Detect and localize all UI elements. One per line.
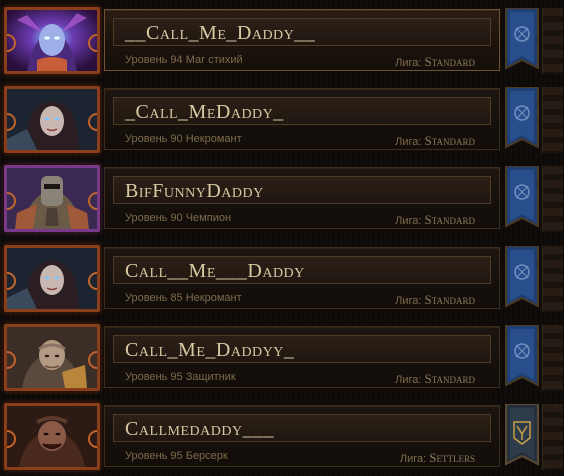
league-label: Лига: [395,136,422,148]
row-edge-ornament [542,246,563,312]
character-row[interactable]: Callmedaddy___ Уровень 95 Берсерк Лига: … [0,398,564,473]
character-level-class: Уровень 95 Защитник [125,371,236,383]
character-level-class: Уровень 90 Чемпион [125,212,232,224]
character-info-bar: _Call_MeDaddy_ Уровень 90 Некромант Лига… [104,88,500,150]
standard-league-banner-icon [505,87,539,149]
character-name: BifFunnyDaddy [125,180,264,202]
league-label: Лига: [395,374,422,386]
character-name-plate: Callmedaddy___ [113,414,491,442]
row-edge-ornament [542,166,563,232]
league-label: Лига: [395,57,422,69]
character-league: Лига: Standard [395,212,475,228]
league-name: Standard [424,371,475,386]
character-info-bar: Callmedaddy___ Уровень 95 Берсерк Лига: … [104,405,500,467]
character-level-class: Уровень 94 Маг стихий [125,54,243,66]
character-info-bar: __Call_Me_Daddy__ Уровень 94 Маг стихий … [104,9,500,71]
character-league: Лига: Standard [395,292,475,308]
league-name: Settlers [429,450,475,465]
standard-league-banner-icon [505,166,539,228]
league-label: Лига: [395,215,422,227]
row-edge-ornament [542,404,563,470]
character-row[interactable]: BifFunnyDaddy Уровень 90 Чемпион Лига: S… [0,160,564,235]
row-edge-ornament [542,325,563,391]
character-list: __Call_Me_Daddy__ Уровень 94 Маг стихий … [0,0,564,476]
character-info-bar: BifFunnyDaddy Уровень 90 Чемпион Лига: S… [104,167,500,229]
character-name: __Call_Me_Daddy__ [125,22,316,44]
settlers-league-banner-icon [505,404,539,466]
standard-league-banner-icon [505,246,539,308]
character-league: Лига: Settlers [400,450,475,466]
champion-portrait-icon [4,165,100,232]
necromancer-portrait-icon [4,86,100,153]
character-name-plate: Call__Me___Daddy [113,256,491,284]
row-edge-ornament [542,87,563,153]
character-row[interactable]: __Call_Me_Daddy__ Уровень 94 Маг стихий … [0,2,564,77]
character-name: Call_Me_Daddyy_ [125,339,295,361]
character-level-class: Уровень 85 Некромант [125,292,242,304]
character-league: Лига: Standard [395,371,475,387]
character-name: Call__Me___Daddy [125,260,305,282]
league-name: Standard [424,54,475,69]
character-info-bar: Call__Me___Daddy Уровень 85 Некромант Ли… [104,247,500,309]
league-label: Лига: [395,295,422,307]
character-name: _Call_MeDaddy_ [125,101,284,123]
guardian-portrait-icon [4,324,100,391]
character-info-bar: Call_Me_Daddyy_ Уровень 95 Защитник Лига… [104,326,500,388]
character-name-plate: Call_Me_Daddyy_ [113,335,491,363]
character-name-plate: _Call_MeDaddy_ [113,97,491,125]
league-label: Лига: [399,453,427,465]
standard-league-banner-icon [505,325,539,387]
character-league: Лига: Standard [395,133,475,149]
character-row[interactable]: Call_Me_Daddyy_ Уровень 95 Защитник Лига… [0,319,564,394]
league-name: Standard [424,292,475,307]
league-name: Standard [424,212,475,227]
league-name: Standard [424,133,475,148]
character-name: Callmedaddy___ [125,418,275,440]
character-name-plate: BifFunnyDaddy [113,176,491,204]
row-edge-ornament [542,8,563,74]
character-level-class: Уровень 90 Некромант [125,133,242,145]
character-row[interactable]: Call__Me___Daddy Уровень 85 Некромант Ли… [0,240,564,315]
character-row[interactable]: _Call_MeDaddy_ Уровень 90 Некромант Лига… [0,81,564,156]
standard-league-banner-icon [505,8,539,70]
necromancer-portrait-icon [4,245,100,312]
character-level-class: Уровень 95 Берсерк [125,450,228,462]
berserker-portrait-icon [4,403,100,470]
character-league: Лига: Standard [395,54,475,70]
elementalist-portrait-icon [4,7,100,74]
character-name-plate: __Call_Me_Daddy__ [113,18,491,46]
